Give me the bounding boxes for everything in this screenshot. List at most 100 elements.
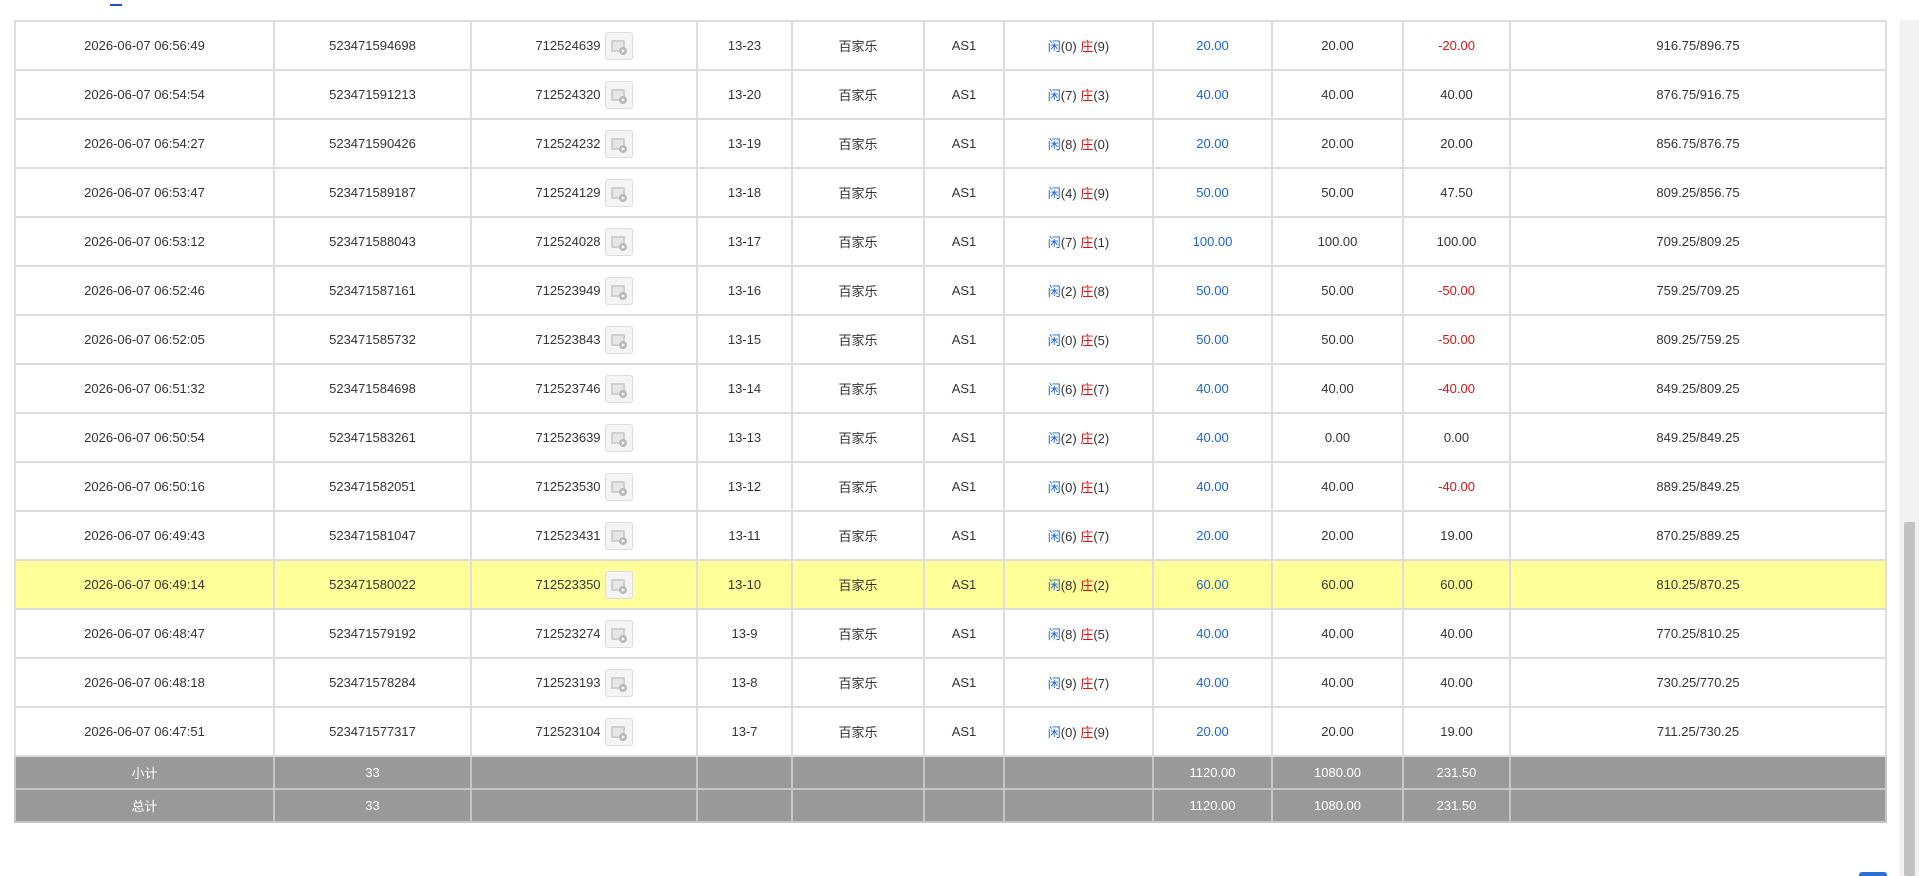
player-label: 闲 [1047, 529, 1061, 544]
bet-amount-link[interactable]: 50.00 [1196, 332, 1229, 347]
video-replay-button[interactable] [604, 619, 633, 648]
banker-score: (9) [1093, 39, 1110, 54]
win-loss-cell: 100.00 [1402, 216, 1511, 267]
back-arrow-icon[interactable]: ↩ [16, 0, 34, 6]
valid-bet-cell: 20.00 [1271, 510, 1404, 561]
balance-cell: 770.25/810.25 [1509, 608, 1887, 659]
bet-amount-cell: 40.00 [1152, 608, 1273, 659]
bet-id-cell: 523471580022 [273, 559, 472, 610]
video-replay-button[interactable] [604, 325, 633, 354]
bet-amount-link[interactable]: 100.00 [1193, 234, 1233, 249]
video-replay-button[interactable] [604, 423, 633, 452]
video-replay-icon [610, 39, 627, 55]
page-icon[interactable] [110, 0, 122, 6]
player-label: 闲 [1047, 480, 1061, 495]
balance-before-after: 810.25/870.25 [1656, 577, 1740, 592]
video-replay-button[interactable] [604, 129, 633, 158]
video-replay-button[interactable] [604, 374, 633, 403]
bet-id-cell: 523471590426 [273, 118, 472, 169]
bet-id: 523471588043 [329, 234, 416, 249]
video-replay-button[interactable] [604, 668, 633, 697]
summary-win: 231.50 [1436, 765, 1477, 780]
game-name: 百家乐 [838, 186, 878, 201]
valid-bet: 20.00 [1321, 724, 1354, 739]
bet-id: 523471582051 [329, 479, 416, 494]
round-number: 13-10 [727, 577, 762, 592]
video-replay-button[interactable] [604, 521, 633, 550]
win-loss-cell: 40.00 [1402, 657, 1511, 708]
game-name: 百家乐 [838, 39, 878, 54]
bet-amount-link[interactable]: 40.00 [1196, 626, 1229, 641]
valid-bet-cell: 50.00 [1271, 314, 1404, 365]
bet-amount-cell: 40.00 [1152, 363, 1273, 414]
video-replay-icon [610, 431, 627, 447]
bet-amount-link[interactable]: 20.00 [1196, 724, 1229, 739]
game-cell: 百家乐 [791, 510, 925, 561]
banker-label: 庄 [1080, 529, 1094, 544]
table-cell: AS1 [923, 461, 1005, 512]
video-replay-button[interactable] [604, 178, 633, 207]
room-cell: 712524028 [470, 216, 698, 267]
corner-button[interactable] [1859, 872, 1887, 876]
bet-time: 2026-06-07 06:56:49 [84, 38, 205, 53]
win-loss: -50.00 [1438, 332, 1475, 347]
video-replay-button[interactable] [604, 31, 633, 60]
win-loss-cell: 19.00 [1402, 510, 1511, 561]
video-replay-icon [610, 627, 627, 643]
table-row: 2026-06-07 06:49:14 523471580022 7125233… [14, 559, 1887, 610]
table-row: 2026-06-07 06:50:16 523471582051 7125235… [14, 461, 1887, 512]
bet-id-cell: 523471585732 [273, 314, 472, 365]
win-loss: -40.00 [1438, 479, 1475, 494]
balance-cell: 711.25/730.25 [1509, 706, 1887, 757]
room-cell: 712523949 [470, 265, 698, 316]
video-replay-button[interactable] [604, 80, 633, 109]
game-cell: 百家乐 [791, 69, 925, 120]
room-cell: 712523639 [470, 412, 698, 463]
vertical-scrollbar[interactable] [1900, 20, 1919, 876]
bet-amount-link[interactable]: 50.00 [1196, 283, 1229, 298]
result-cell: 闲(8) 庄(0) [1003, 118, 1154, 169]
bet-amount-link[interactable]: 20.00 [1196, 528, 1229, 543]
bet-time-cell: 2026-06-07 06:54:27 [14, 118, 275, 169]
round-cell: 13-7 [696, 706, 793, 757]
banker-label: 庄 [1080, 431, 1094, 446]
win-loss: 19.00 [1440, 528, 1473, 543]
banker-label: 庄 [1080, 676, 1094, 691]
bet-amount-link[interactable]: 50.00 [1196, 185, 1229, 200]
bet-amount-cell: 20.00 [1152, 118, 1273, 169]
scrollbar-thumb[interactable] [1904, 522, 1915, 876]
banker-label: 庄 [1080, 627, 1094, 642]
player-label: 闲 [1047, 88, 1061, 103]
video-replay-button[interactable] [604, 717, 633, 746]
bet-amount-link[interactable]: 40.00 [1196, 479, 1229, 494]
video-replay-button[interactable] [604, 276, 633, 305]
table-code: AS1 [951, 479, 977, 494]
win-loss-cell: -50.00 [1402, 314, 1511, 365]
game-name: 百家乐 [838, 235, 878, 250]
bet-amount-link[interactable]: 60.00 [1196, 577, 1229, 592]
bet-amount-link[interactable]: 40.00 [1196, 430, 1229, 445]
table-body: 2026-06-07 06:56:49 523471594698 7125246… [14, 20, 1887, 823]
bet-amount-link[interactable]: 40.00 [1196, 675, 1229, 690]
round-number: 13-23 [727, 38, 762, 53]
bet-amount-link[interactable]: 20.00 [1196, 136, 1229, 151]
room-cell: 712524129 [470, 167, 698, 218]
round-cell: 13-20 [696, 69, 793, 120]
bet-id-cell: 523471579192 [273, 608, 472, 659]
game-name: 百家乐 [838, 529, 878, 544]
result-cell: 闲(6) 庄(7) [1003, 363, 1154, 414]
player-label: 闲 [1047, 137, 1061, 152]
video-replay-button[interactable] [604, 472, 633, 501]
video-replay-button[interactable] [604, 227, 633, 256]
bet-id-cell: 523471584698 [273, 363, 472, 414]
bet-amount-link[interactable]: 40.00 [1196, 87, 1229, 102]
game-name: 百家乐 [838, 480, 878, 495]
result-cell: 闲(4) 庄(9) [1003, 167, 1154, 218]
bet-amount-link[interactable]: 40.00 [1196, 381, 1229, 396]
bet-amount-link[interactable]: 20.00 [1196, 38, 1229, 53]
round-cell: 13-9 [696, 608, 793, 659]
video-replay-button[interactable] [604, 570, 633, 599]
result-cell: 闲(0) 庄(5) [1003, 314, 1154, 365]
room-cell: 712523274 [470, 608, 698, 659]
balance-before-after: 849.25/849.25 [1656, 430, 1740, 445]
